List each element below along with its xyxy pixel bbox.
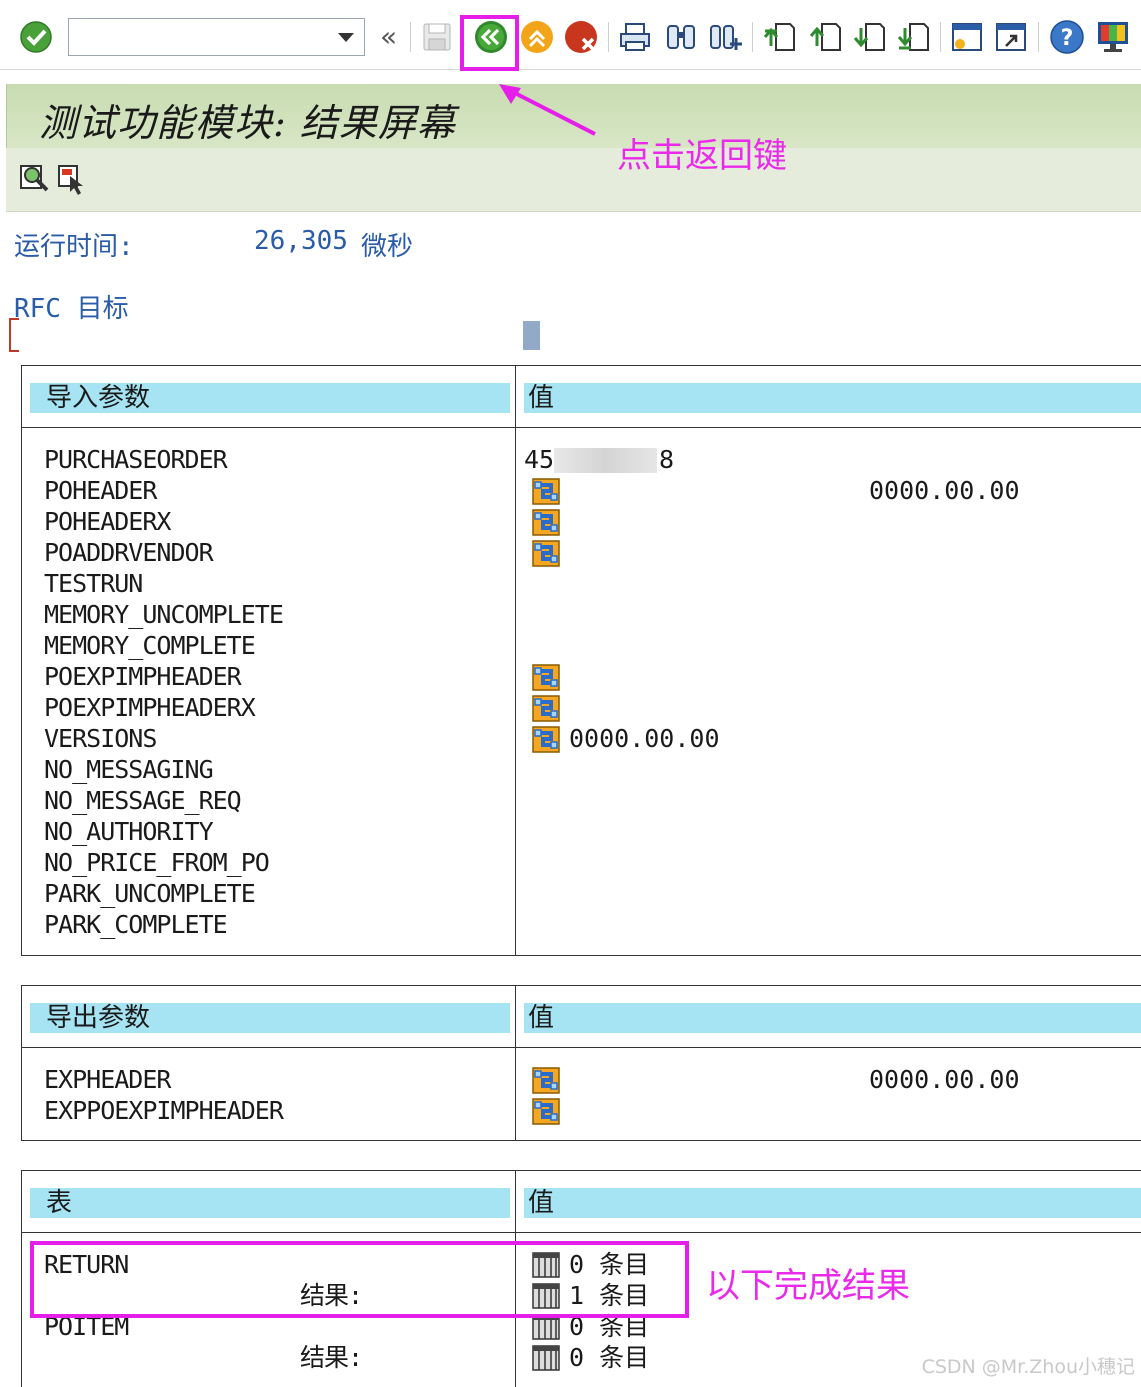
structure-icon[interactable] [532, 540, 560, 567]
exit-icon[interactable] [518, 18, 556, 56]
header-param: 导出参数 [30, 1003, 510, 1033]
header-param: 导入参数 [30, 383, 510, 413]
shortcut-icon[interactable] [992, 18, 1030, 56]
result-label: 结果: [300, 1343, 363, 1372]
param-name: PARK_UNCOMPLETE [44, 879, 256, 908]
header-value: 值 [524, 1188, 1141, 1218]
param-name: POHEADER [44, 476, 157, 505]
result-screen: 运行时间: 26,305 微秒 RFC 目标 导入参数 值 PURCHASEOR… [6, 212, 1141, 1387]
column-divider [515, 366, 516, 955]
param-name: NO_MESSAGING [44, 755, 214, 784]
param-name: VERSIONS [44, 724, 157, 753]
find-next-icon[interactable] [706, 18, 744, 56]
back-button-highlight [460, 15, 519, 71]
svg-text:?: ? [1061, 26, 1074, 51]
structure-icon[interactable] [532, 726, 560, 753]
toolbar-separator [410, 22, 411, 52]
rfc-target-input[interactable] [523, 321, 540, 350]
dropdown-arrow-icon[interactable] [338, 33, 354, 42]
header-value: 值 [524, 1003, 1141, 1033]
header-param: 表 [30, 1188, 510, 1218]
param-name: NO_AUTHORITY [44, 817, 214, 846]
find-icon[interactable] [662, 18, 700, 56]
entry-count: 0 条目 [569, 1343, 650, 1372]
structure-icon[interactable] [532, 664, 560, 691]
toolbar-separator [940, 22, 941, 52]
customize-layout-icon[interactable] [1094, 18, 1132, 56]
import-params-table: 导入参数 值 PURCHASEORDER 45 8 POHEADER 0000.00.0… [21, 365, 1141, 956]
param-name: EXPPOEXPIMPHEADER [44, 1096, 284, 1125]
new-session-icon[interactable] [948, 18, 986, 56]
structure-icon[interactable] [532, 509, 560, 536]
toolbar-separator [1038, 22, 1039, 52]
help-icon[interactable]: ? [1048, 18, 1086, 56]
param-name: TESTRUN [44, 569, 143, 598]
save-icon[interactable] [418, 18, 456, 56]
param-value: 45 [524, 445, 555, 474]
rfc-target-label: RFC 目标 [14, 294, 129, 324]
next-page-icon[interactable] [850, 18, 888, 56]
watermark: CSDN @Mr.Zhou小穗记 [921, 1356, 1135, 1378]
selection-bracket [9, 318, 19, 352]
param-value: 0000.00.00 [569, 724, 720, 753]
structure-icon[interactable] [532, 478, 560, 505]
first-page-icon[interactable] [760, 18, 798, 56]
result-highlight [30, 1241, 689, 1318]
redacted-value [554, 448, 657, 473]
table-icon[interactable] [532, 1345, 560, 1371]
structure-icon[interactable] [532, 695, 560, 722]
callout-arrow [499, 84, 596, 136]
param-name: POEXPIMPHEADERX [44, 693, 256, 722]
table-header: 表 值 [22, 1171, 1141, 1233]
runtime-unit: 微秒 [361, 232, 414, 262]
structure-icon[interactable] [532, 1067, 560, 1094]
param-value: 0000.00.00 [869, 476, 1020, 505]
debugging-icon[interactable] [18, 162, 52, 196]
param-name: POEXPIMPHEADER [44, 662, 242, 691]
select-cursor-icon[interactable] [56, 162, 90, 196]
back-note: 点击返回键 [617, 136, 787, 176]
print-icon[interactable] [616, 18, 654, 56]
export-params-table: 导出参数 值 EXPHEADER 0000.00.00 EXPPOEXPIMPHEA… [21, 985, 1141, 1141]
result-note: 以下完成结果 [706, 1266, 910, 1306]
toolbar-separator [752, 22, 753, 52]
enter-icon[interactable] [17, 18, 55, 56]
structure-icon[interactable] [532, 1098, 560, 1125]
param-name: POADDRVENDOR [44, 538, 214, 567]
param-name: POHEADERX [44, 507, 171, 536]
page-title: 测试功能模块: 结果屏幕 [39, 101, 456, 145]
last-page-icon[interactable] [894, 18, 932, 56]
command-input[interactable] [73, 23, 323, 51]
param-name: PURCHASEORDER [44, 445, 228, 474]
application-toolbar: « ? [0, 0, 1141, 70]
application-toolbar-secondary [6, 148, 1141, 212]
toolbar-separator [608, 22, 609, 52]
param-name: NO_PRICE_FROM_PO [44, 848, 270, 877]
table-header: 导入参数 值 [22, 366, 1141, 428]
cancel-icon[interactable] [562, 18, 600, 56]
nav-back-chevron-icon[interactable]: « [380, 20, 397, 53]
param-name: PARK_COMPLETE [44, 910, 228, 939]
param-value: 8 [659, 445, 675, 474]
header-value: 值 [524, 383, 1141, 413]
param-name: NO_MESSAGE_REQ [44, 786, 242, 815]
command-field[interactable] [68, 18, 365, 56]
param-name: MEMORY_UNCOMPLETE [44, 600, 284, 629]
param-name: EXPHEADER [44, 1065, 171, 1094]
prev-page-icon[interactable] [806, 18, 844, 56]
param-name: MEMORY_COMPLETE [44, 631, 256, 660]
runtime-label: 运行时间: [14, 232, 134, 262]
param-value: 0000.00.00 [869, 1065, 1020, 1094]
runtime-value: 26,305 [254, 226, 348, 256]
table-header: 导出参数 值 [22, 986, 1141, 1048]
